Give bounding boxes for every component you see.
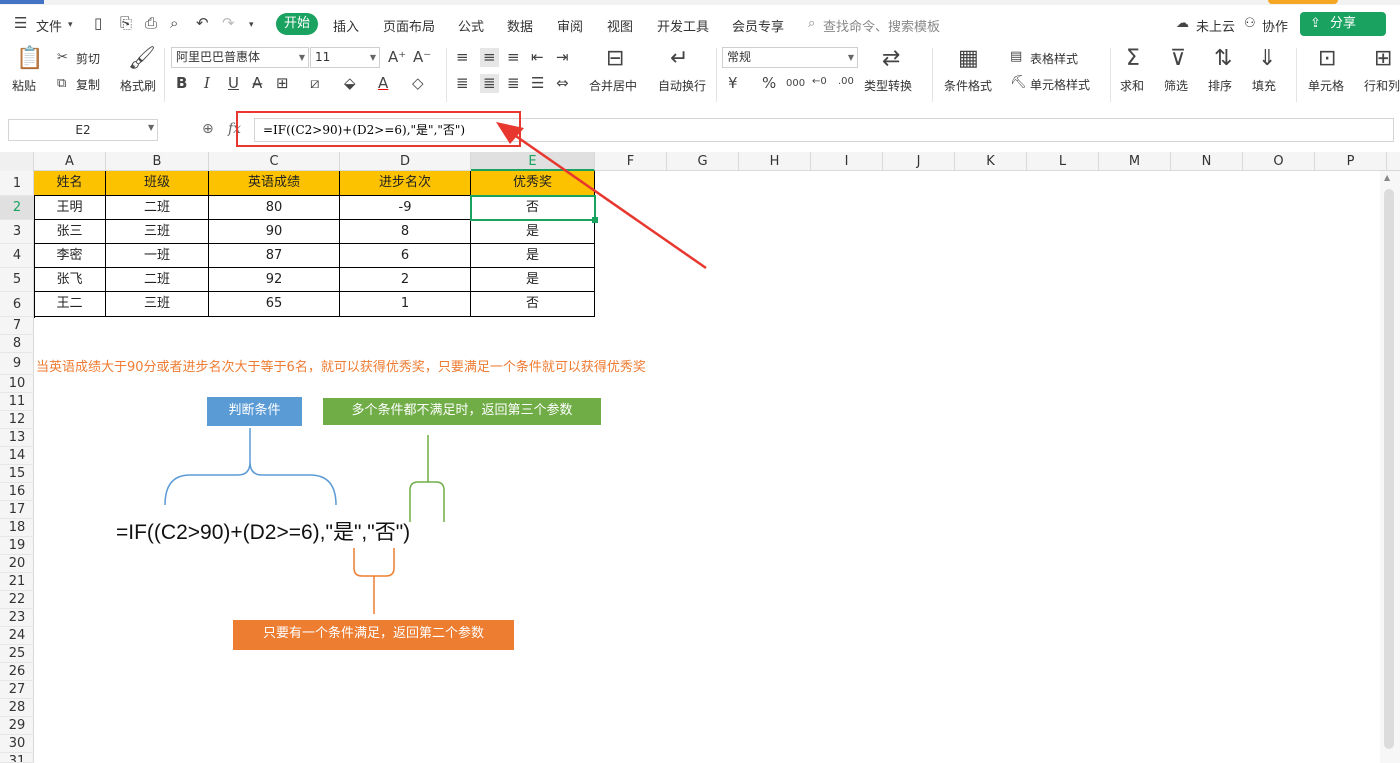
pointer-arrow <box>509 130 707 270</box>
scroll-thumb[interactable] <box>1384 189 1394 749</box>
annotation-overlay <box>164 122 707 614</box>
condition-brace <box>164 428 337 506</box>
false-value-brace <box>409 435 445 522</box>
true-value-brace <box>353 548 395 614</box>
scroll-up-icon[interactable]: ▲ <box>1384 173 1390 182</box>
arrow-head-icon <box>496 122 524 144</box>
vertical-scrollbar[interactable]: ▲ <box>1380 171 1400 763</box>
spreadsheet-app: ☰ 文件 ▾ ▯ ⎘ ⎙ ⌕ ↶ ↷ ▾ 开始 插入 页面布局 公式 数据 审阅… <box>0 0 1400 763</box>
